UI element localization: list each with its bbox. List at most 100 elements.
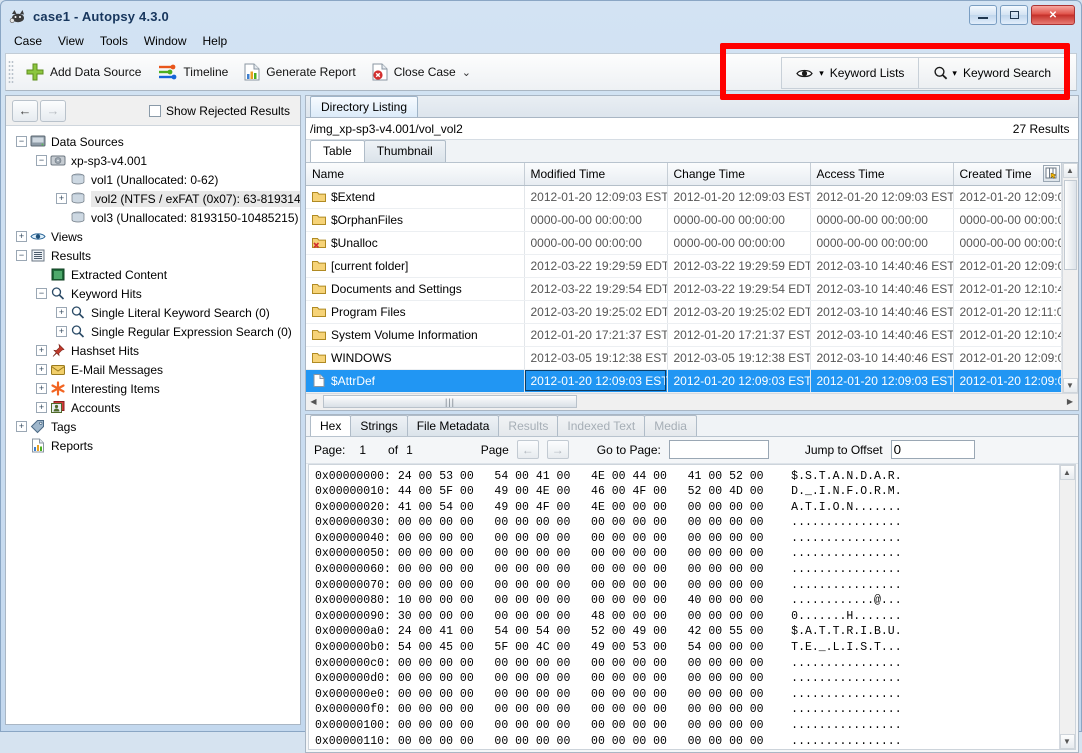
menu-window[interactable]: Window — [137, 32, 194, 50]
expand-toggle-icon[interactable]: + — [56, 326, 67, 337]
show-rejected-results-checkbox[interactable] — [149, 105, 161, 117]
scroll-right-button[interactable]: ▶ — [1063, 394, 1078, 409]
tree-item-xp-sp3-v4-001[interactable]: −xp-sp3-v4.001 — [10, 151, 300, 170]
content-tab-hex[interactable]: Hex — [310, 415, 351, 436]
menu-help[interactable]: Help — [196, 32, 235, 50]
tree-item-label: E-Mail Messages — [71, 363, 163, 377]
tree-item-e-mail-messages[interactable]: + E-Mail Messages — [10, 360, 300, 379]
cell-name[interactable]: [current folder] — [306, 254, 524, 277]
tab-thumbnail[interactable]: Thumbnail — [364, 140, 446, 162]
expand-toggle-icon[interactable]: + — [36, 402, 47, 413]
add-data-source-button[interactable]: Add Data Source — [18, 57, 149, 87]
column-header-modified-time[interactable]: Modified Time — [524, 163, 667, 185]
cell-name[interactable]: $Extend — [306, 185, 524, 208]
tree-item-single-literal-keyword-search-0[interactable]: +Single Literal Keyword Search (0) — [10, 303, 300, 322]
collapse-toggle-icon[interactable]: − — [36, 155, 47, 166]
tree-item-views[interactable]: +Views — [10, 227, 300, 246]
table-row[interactable]: $Extend2012-01-20 12:09:03 EST2012-01-20… — [306, 185, 1061, 208]
content-tab-file-metadata[interactable]: File Metadata — [407, 415, 500, 436]
table-row[interactable]: Program Files2012-03-20 19:25:02 EDT2012… — [306, 300, 1061, 323]
column-header-change-time[interactable]: Change Time — [667, 163, 810, 185]
folder-deleted-icon — [312, 236, 326, 248]
hex-scroll-up-button[interactable]: ▲ — [1060, 465, 1075, 480]
close-case-button[interactable]: Close Case ⌄ — [364, 57, 479, 87]
menu-case[interactable]: Case — [7, 32, 49, 50]
expand-toggle-icon[interactable]: + — [36, 383, 47, 394]
hex-scroll-down-button[interactable]: ▼ — [1060, 734, 1075, 749]
tree-item-data-sources[interactable]: −Data Sources — [10, 132, 300, 151]
next-page-button[interactable]: → — [547, 440, 569, 459]
column-header-created-time[interactable]: Created Time — [953, 163, 1061, 185]
grid-horizontal-scrollbar[interactable]: ◀ ||| ▶ — [306, 393, 1078, 410]
scroll-left-button[interactable]: ◀ — [306, 394, 321, 409]
keyword-search-caret-icon[interactable]: ▾ — [952, 68, 957, 79]
timeline-button[interactable]: Timeline — [149, 57, 236, 87]
expand-toggle-icon[interactable]: + — [36, 345, 47, 356]
cell-name[interactable]: $OrphanFiles — [306, 208, 524, 231]
tab-table[interactable]: Table — [310, 140, 365, 162]
keyword-lists-caret-icon[interactable]: ▾ — [819, 68, 824, 79]
cell-name[interactable]: System Volume Information — [306, 323, 524, 346]
cell-name[interactable]: Documents and Settings — [306, 277, 524, 300]
goto-page-input[interactable] — [669, 440, 769, 459]
expand-toggle-icon[interactable]: + — [56, 307, 67, 318]
column-chooser-icon[interactable] — [1043, 165, 1060, 182]
tree-item-results[interactable]: −Results — [10, 246, 300, 265]
menu-tools[interactable]: Tools — [93, 32, 135, 50]
vertical-scroll-thumb[interactable] — [1064, 180, 1077, 270]
tree-item-single-regular-expression-search-0[interactable]: +Single Regular Expression Search (0) — [10, 322, 300, 341]
expand-toggle-icon[interactable]: + — [56, 193, 67, 204]
maximize-button[interactable] — [1000, 5, 1028, 25]
content-tab-strings[interactable]: Strings — [350, 415, 407, 436]
cell-name[interactable]: Program Files — [306, 300, 524, 323]
table-row[interactable]: [current folder]2012-03-22 19:29:59 EDT2… — [306, 254, 1061, 277]
menu-view[interactable]: View — [51, 32, 91, 50]
close-button[interactable]: ✕ — [1031, 5, 1075, 25]
table-row[interactable]: $Unalloc0000-00-00 00:00:000000-00-00 00… — [306, 231, 1061, 254]
hex-vertical-scrollbar[interactable]: ▲ ▼ — [1059, 465, 1075, 750]
keyword-search-button[interactable]: ▾ Keyword Search — [919, 58, 1065, 88]
collapse-toggle-icon[interactable]: − — [16, 136, 27, 147]
data-tree[interactable]: −Data Sources−xp-sp3-v4.001vol1 (Unalloc… — [6, 126, 300, 724]
column-header-name[interactable]: Name — [306, 163, 524, 185]
tree-item-interesting-items[interactable]: +Interesting Items — [10, 379, 300, 398]
tree-item-tags[interactable]: +Tags — [10, 417, 300, 436]
tree-item-accounts[interactable]: +Accounts — [10, 398, 300, 417]
back-button[interactable]: ← — [12, 100, 38, 122]
cell-name[interactable]: WINDOWS — [306, 346, 524, 369]
grid-vertical-scrollbar[interactable]: ▲ ▼ — [1062, 163, 1078, 393]
tree-item-vol1-unallocated-0-62[interactable]: vol1 (Unallocated: 0-62) — [10, 170, 300, 189]
jump-to-offset-input[interactable] — [891, 440, 975, 459]
horizontal-scroll-track[interactable]: ||| — [321, 394, 1063, 409]
tree-item-keyword-hits[interactable]: −Keyword Hits — [10, 284, 300, 303]
cell-name[interactable]: $Unalloc — [306, 231, 524, 254]
table-row[interactable]: Documents and Settings2012-03-22 19:29:5… — [306, 277, 1061, 300]
tree-item-vol3-unallocated-8193150-10485215[interactable]: vol3 (Unallocated: 8193150-10485215) — [10, 208, 300, 227]
minimize-button[interactable] — [969, 5, 997, 25]
forward-button[interactable]: → — [40, 100, 66, 122]
horizontal-scroll-thumb[interactable]: ||| — [323, 395, 577, 408]
table-row[interactable]: $AttrDef2012-01-20 12:09:03 EST2012-01-2… — [306, 369, 1061, 392]
collapse-toggle-icon[interactable]: − — [36, 288, 47, 299]
table-row[interactable]: System Volume Information2012-01-20 17:2… — [306, 323, 1061, 346]
cell-name[interactable]: $AttrDef — [306, 369, 524, 392]
scroll-up-button[interactable]: ▲ — [1063, 163, 1078, 178]
show-rejected-results-row[interactable]: Show Rejected Results — [149, 104, 294, 118]
table-row[interactable]: WINDOWS2012-03-05 19:12:38 EST2012-03-05… — [306, 346, 1061, 369]
tree-item-reports[interactable]: Reports — [10, 436, 300, 455]
expand-toggle-icon[interactable]: + — [16, 421, 27, 432]
tree-item-hashset-hits[interactable]: +Hashset Hits — [10, 341, 300, 360]
generate-report-button[interactable]: Generate Report — [236, 57, 363, 87]
keyword-lists-button[interactable]: ▾ Keyword Lists — [782, 58, 918, 88]
tree-item-vol2-ntfs-exfat-0x07-63-8193149[interactable]: +vol2 (NTFS / exFAT (0x07): 63-8193149) — [10, 189, 300, 208]
table-row[interactable]: $OrphanFiles0000-00-00 00:00:000000-00-0… — [306, 208, 1061, 231]
expand-toggle-icon[interactable]: + — [16, 231, 27, 242]
close-case-chevron-icon[interactable]: ⌄ — [462, 66, 471, 79]
column-header-access-time[interactable]: Access Time — [810, 163, 953, 185]
tab-directory-listing[interactable]: Directory Listing — [310, 96, 418, 117]
tree-item-extracted-content[interactable]: Extracted Content — [10, 265, 300, 284]
collapse-toggle-icon[interactable]: − — [16, 250, 27, 261]
expand-toggle-icon[interactable]: + — [36, 364, 47, 375]
prev-page-button[interactable]: ← — [517, 440, 539, 459]
scroll-down-button[interactable]: ▼ — [1063, 378, 1078, 393]
